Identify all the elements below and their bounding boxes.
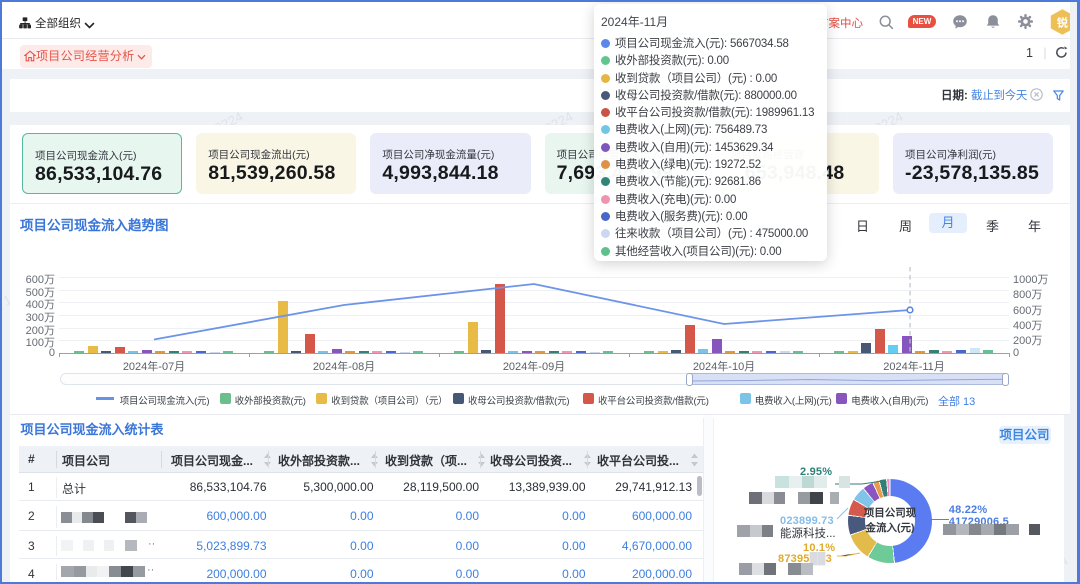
- svg-text:锐: 锐: [1057, 15, 1068, 29]
